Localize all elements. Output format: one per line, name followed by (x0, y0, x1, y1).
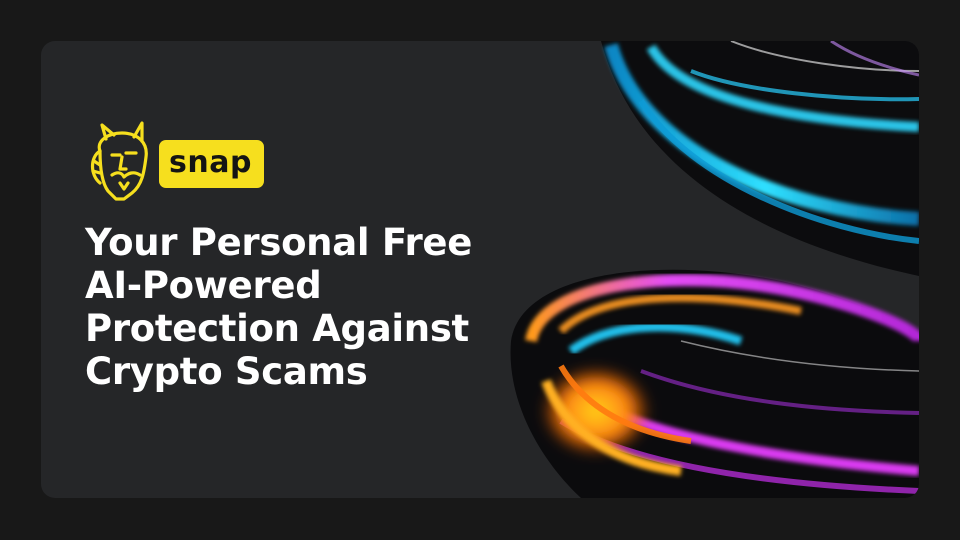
page: snap Your Personal Free AI-Powered Prote… (0, 0, 960, 540)
brand-logo[interactable]: snap (86, 121, 264, 203)
brand-name-badge: snap (159, 140, 264, 188)
headline-line: Protection Against (85, 307, 469, 350)
headline: Your Personal Free AI-Powered Protection… (85, 221, 605, 393)
headline-line: Crypto Scams (85, 350, 368, 393)
headline-line: AI-Powered (85, 264, 322, 307)
headline-line: Your Personal Free (85, 221, 473, 264)
mascot-face-icon (90, 121, 148, 201)
banner-card: snap Your Personal Free AI-Powered Prote… (41, 41, 919, 498)
